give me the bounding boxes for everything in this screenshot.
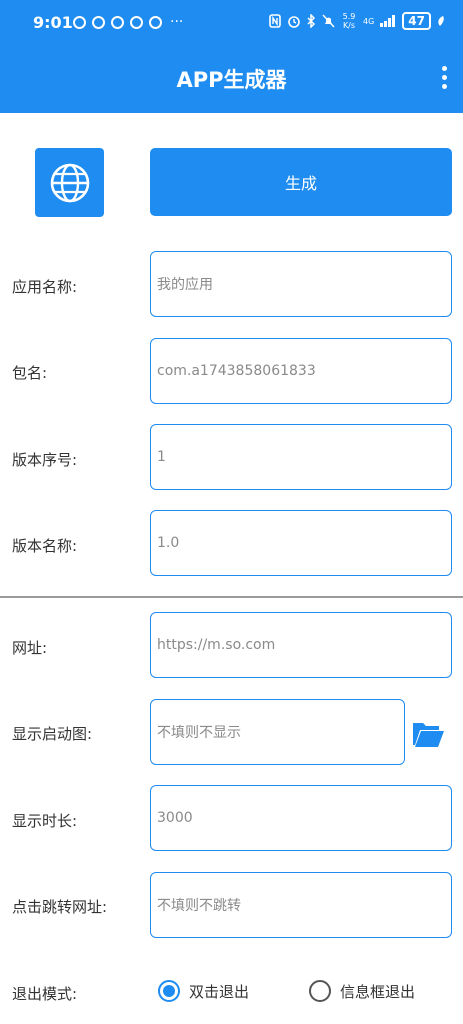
notification-icon <box>149 15 162 29</box>
radio-checked-icon <box>158 980 180 1002</box>
app-icon-picker[interactable] <box>35 148 104 217</box>
page-title: APP生成器 <box>176 68 287 92</box>
exit-mode-label: 退出模式: <box>12 985 78 1003</box>
click-url-input[interactable]: 不填则不跳转 <box>150 872 452 938</box>
notification-icons: ··· <box>73 14 183 30</box>
status-time: 9:01 <box>33 13 73 32</box>
version-code-input[interactable]: 1 <box>150 424 452 490</box>
radio-unchecked-icon <box>309 980 331 1002</box>
more-notifications-indicator: ··· <box>170 14 184 30</box>
status-bar: 9:01 ··· 5.9 K/s 4G 47 <box>0 0 463 44</box>
folder-open-icon <box>413 723 444 747</box>
signal-icon <box>380 15 396 27</box>
folder-picker-button[interactable] <box>411 719 445 749</box>
generate-button[interactable]: 生成 <box>150 148 452 216</box>
network-type: 4G <box>363 16 375 26</box>
duration-input[interactable]: 3000 <box>150 785 452 851</box>
version-name-label: 版本名称: <box>12 537 78 555</box>
battery-level: 47 <box>402 12 431 30</box>
url-label: 网址: <box>12 639 48 657</box>
click-url-label: 点击跳转网址: <box>12 898 108 916</box>
alarm-icon <box>288 16 300 28</box>
duration-label: 显示时长: <box>12 812 78 830</box>
exit-mode-option-dialog[interactable]: 信息框退出 <box>309 980 415 1002</box>
package-input[interactable]: com.a1743858061833 <box>150 338 452 404</box>
version-name-input[interactable]: 1.0 <box>150 510 452 576</box>
url-input[interactable]: https://m.so.com <box>150 612 452 678</box>
version-code-label: 版本序号: <box>12 451 78 469</box>
app-bar: 9:01 ··· 5.9 K/s 4G 47 APP生成器 <box>0 0 463 113</box>
section-divider <box>0 596 463 598</box>
radio-label: 双击退出 <box>189 982 250 1001</box>
notification-icon <box>92 15 105 29</box>
network-speed: 5.9 K/s <box>342 12 356 30</box>
nfc-icon <box>269 14 281 28</box>
notification-icon <box>130 15 143 29</box>
mute-icon <box>322 14 335 28</box>
notification-icon <box>111 15 124 29</box>
status-right-icons: 5.9 K/s 4G 47 <box>269 12 445 30</box>
package-label: 包名: <box>12 364 48 382</box>
bluetooth-icon <box>307 14 316 28</box>
app-name-label: 应用名称: <box>12 278 78 296</box>
splash-label: 显示启动图: <box>12 725 93 743</box>
notification-icon <box>73 15 86 29</box>
charging-leaf-icon <box>438 16 444 26</box>
overflow-menu-icon[interactable] <box>439 66 449 94</box>
radio-label: 信息框退出 <box>340 982 416 1001</box>
splash-input[interactable]: 不填则不显示 <box>150 699 405 765</box>
app-name-input[interactable]: 我的应用 <box>150 251 452 317</box>
globe-icon <box>50 163 89 202</box>
exit-mode-option-double-tap[interactable]: 双击退出 <box>158 980 249 1002</box>
